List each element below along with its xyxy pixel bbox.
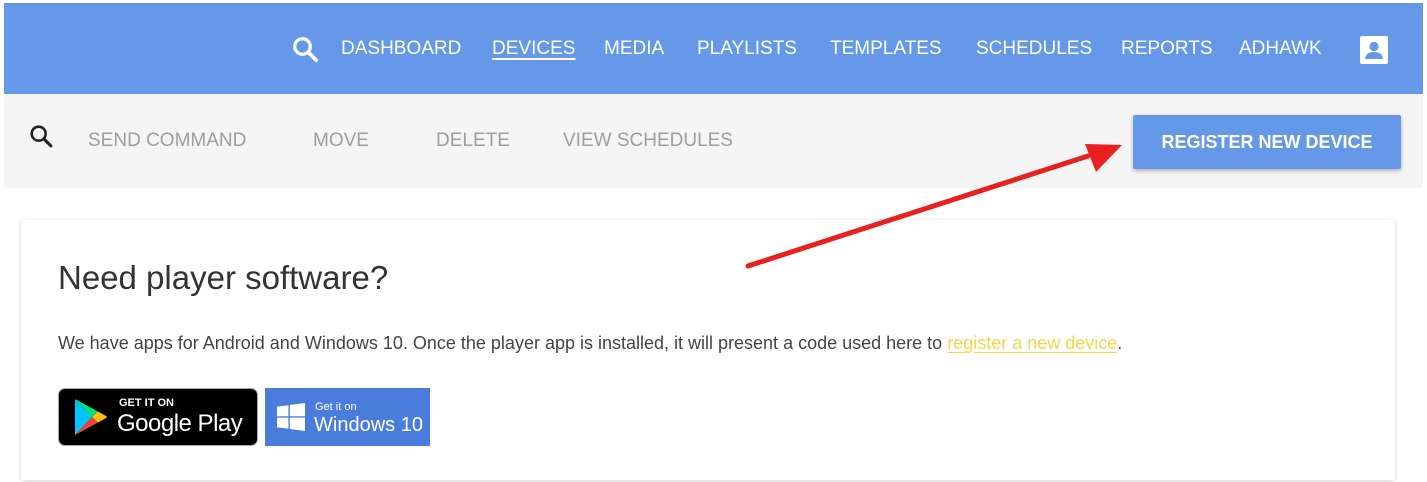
view-schedules-button[interactable]: VIEW SCHEDULES [563, 130, 733, 152]
nav-playlists[interactable]: PLAYLISTS [697, 37, 797, 61]
description-period: . [1117, 333, 1123, 353]
windows-small-text: Get it on [315, 401, 357, 413]
send-command-button[interactable]: SEND COMMAND [88, 130, 246, 152]
register-new-device-button[interactable]: REGISTER NEW DEVICE [1133, 115, 1401, 169]
google-play-badge[interactable]: GET IT ON Google Play [58, 388, 258, 446]
nav-dashboard[interactable]: DASHBOARD [341, 37, 461, 61]
google-play-small-text: GET IT ON [119, 397, 174, 409]
google-play-big-text: Google Play [117, 410, 243, 437]
player-software-card: Need player software? We have apps for A… [21, 220, 1395, 480]
search-icon[interactable] [27, 122, 55, 150]
windows-logo-icon [277, 403, 305, 431]
description-text: We have apps for Android and Windows 10.… [58, 333, 948, 353]
nav-devices[interactable]: DEVICES [492, 37, 575, 61]
nav-reports[interactable]: REPORTS [1121, 37, 1213, 61]
windows-big-text: Windows 10 [314, 414, 423, 436]
top-nav-bar: DASHBOARD DEVICES MEDIA PLAYLISTS TEMPLA… [4, 3, 1423, 94]
account-box-icon[interactable] [1359, 35, 1389, 65]
device-toolbar: SEND COMMAND MOVE DELETE VIEW SCHEDULES … [4, 94, 1423, 188]
move-button[interactable]: MOVE [313, 130, 369, 152]
card-description: We have apps for Android and Windows 10.… [58, 333, 1122, 354]
google-play-icon [72, 397, 108, 437]
nav-templates[interactable]: TEMPLATES [830, 37, 942, 61]
register-device-link[interactable]: register a new device [947, 333, 1117, 353]
search-icon[interactable] [290, 34, 320, 64]
card-title: Need player software? [58, 259, 389, 296]
nav-adhawk[interactable]: ADHAWK [1239, 37, 1322, 61]
nav-media[interactable]: MEDIA [604, 37, 664, 61]
delete-button[interactable]: DELETE [436, 130, 510, 152]
windows-store-badge[interactable]: Get it on Windows 10 [265, 388, 430, 446]
nav-schedules[interactable]: SCHEDULES [976, 37, 1092, 61]
